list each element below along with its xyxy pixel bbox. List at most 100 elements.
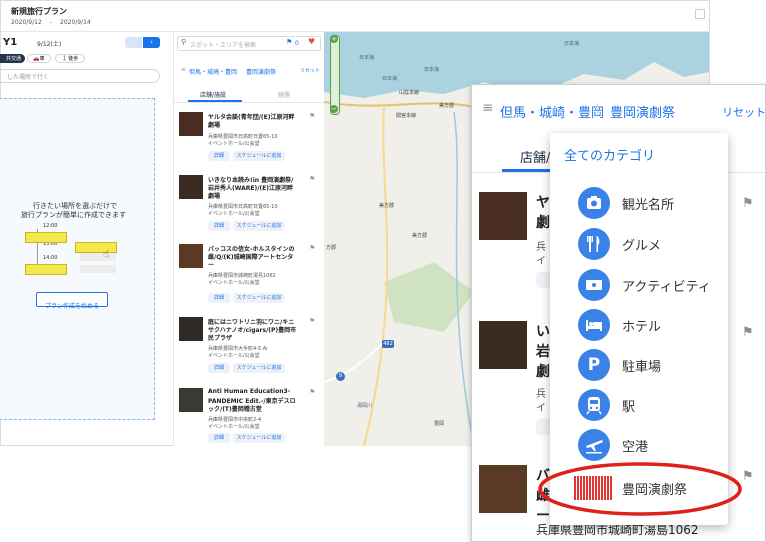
cursor-hand-icon: ☝ — [103, 249, 110, 260]
bed-icon — [578, 309, 610, 341]
spot-address: 兵庫県豊岡市日高町日置65-10 — [208, 204, 278, 210]
zoom-filter-area[interactable]: 但馬・城崎・豊岡 — [500, 102, 604, 121]
category-label: 駐車場 — [622, 360, 662, 375]
map-label-sea: 日本海 — [564, 41, 580, 47]
spot-photo — [479, 321, 527, 369]
spot-address: 兵庫県豊岡市中央町2-4 — [208, 417, 262, 423]
zoom-in-button[interactable]: + — [330, 35, 338, 43]
category-option-parking[interactable]: P 駐車場 — [550, 347, 728, 383]
map-zoom-control[interactable]: + − — [330, 35, 340, 115]
spot-title-line1: Anti Human Education3- — [208, 388, 291, 395]
category-label: 駅 — [622, 400, 636, 415]
category-option-sightseeing[interactable]: 観光名所 — [550, 185, 728, 221]
spot-search-placeholder: スポット・エリアを検索 — [190, 42, 257, 49]
map-label-sea: 日本海 — [359, 55, 375, 61]
day-date: 9/12(土) — [37, 41, 62, 48]
zoom-filter-divider — [597, 103, 598, 117]
spot-add-schedule-button[interactable]: スケジュールに追加 — [233, 433, 285, 443]
category-option-station[interactable]: 駅 — [550, 387, 728, 423]
road-number-badge: 9 — [336, 372, 345, 381]
tab-routes[interactable]: 経路 — [278, 90, 290, 99]
flag-icon[interactable]: ⚑ — [742, 469, 754, 484]
date-separator: - — [50, 19, 53, 26]
category-label: 豊岡演劇祭 — [622, 483, 688, 498]
grey-slot-2 — [80, 265, 116, 273]
ticket-icon — [578, 269, 610, 301]
filter-area[interactable]: 但馬・城崎・豊岡 — [189, 67, 237, 76]
window-corner-box[interactable] — [695, 9, 705, 19]
time-label-3: 14:00 — [43, 255, 58, 261]
mode-car[interactable]: 🚗車 — [27, 54, 51, 63]
peek-address-char: 兵 — [536, 389, 546, 400]
spot-detail-button[interactable]: 詳細 — [208, 433, 230, 443]
create-plan-button[interactable]: プラン作成を始める — [36, 292, 108, 310]
yellow-block-1 — [25, 232, 67, 243]
spot-title-line3: ック/(T)豊岡稽古堂 — [208, 406, 262, 413]
flag-icon[interactable]: ⚑ — [309, 175, 315, 183]
spot-address: 兵庫県豊岡市大手町4-5 Ai — [208, 346, 268, 352]
list-item[interactable]: ヤルタ会談(青年団/(E)江原河畔 劇場 兵庫県豊岡市日高町日置65-10 イベ… — [173, 109, 323, 167]
zoom-out-button[interactable]: − — [330, 105, 338, 113]
flag-icon[interactable]: ⚑ — [309, 388, 315, 396]
zoom-filter-category[interactable]: 豊岡演劇祭 — [610, 102, 675, 121]
spot-detail-button[interactable]: 詳細 — [208, 363, 230, 373]
category-option-activity[interactable]: アクティビティ — [550, 267, 728, 303]
spot-detail-button[interactable]: 詳細 — [208, 221, 230, 231]
category-label: 空港 — [622, 440, 649, 455]
all-categories-option[interactable]: 全てのカテゴリ — [564, 145, 655, 164]
spot-photo — [179, 175, 203, 199]
prev-day-button[interactable]: ‹ — [125, 37, 142, 48]
spot-add-schedule-button[interactable]: スケジュールに追加 — [233, 363, 285, 373]
train-icon — [578, 389, 610, 421]
category-option-festival[interactable]: 豊岡演劇祭 — [550, 470, 728, 506]
spot-category: イベントホール/公会堂 — [208, 211, 260, 217]
green-patch-1 — [384, 262, 474, 332]
category-option-hotel[interactable]: ホテル — [550, 307, 728, 343]
peek-title-char: 雌 — [536, 488, 550, 504]
spot-title-line2: 雌/Q/(K)城崎国際アートセンタ — [208, 254, 294, 261]
tab-shops[interactable]: 店舗/施設 — [200, 90, 226, 99]
camera-icon — [578, 187, 610, 219]
flag-filter-icon[interactable]: ⚑ — [286, 38, 292, 46]
list-item[interactable]: Anti Human Education3- PANDEMIC Edit.-/東… — [173, 385, 323, 447]
favorite-heart-icon[interactable]: ♥ — [308, 37, 315, 46]
next-day-button[interactable]: › — [143, 37, 160, 48]
map-label-town: 美方郡 — [439, 103, 455, 109]
map-label-town: 湯岡川 — [357, 403, 373, 409]
flag-icon[interactable]: ⚑ — [742, 325, 754, 340]
zoom-reset[interactable]: リセット — [722, 104, 765, 120]
category-option-gourmet[interactable]: グルメ — [550, 226, 728, 262]
road-number-badge: 482 — [382, 340, 394, 348]
filter-icon: ≡ — [181, 66, 187, 73]
trip-end-date: 2020/9/14 — [60, 19, 91, 26]
map-label-town: 美方郡 — [412, 233, 428, 239]
mode-public-transit[interactable]: 共交通 — [0, 54, 25, 63]
spot-add-schedule-button[interactable]: スケジュールに追加 — [233, 151, 285, 161]
filter-category[interactable]: 豊岡演劇祭 — [246, 67, 276, 76]
spot-add-schedule-button[interactable]: スケジュールに追加 — [233, 293, 285, 303]
parking-icon: P — [578, 349, 610, 381]
map-label-sea: 日本海 — [424, 67, 440, 73]
spot-add-schedule-button[interactable]: スケジュールに追加 — [233, 221, 285, 231]
map-label-town: 関宮本線 — [396, 113, 417, 119]
flag-icon[interactable]: ⚑ — [309, 244, 315, 252]
mode-walk[interactable]: 🚶徒歩 — [55, 54, 85, 63]
category-option-airport[interactable]: 空港 — [550, 427, 728, 463]
peek-category-char: イ — [536, 256, 546, 267]
flag-count: 0 — [295, 40, 299, 47]
filter-reset[interactable]: リセット — [300, 67, 320, 74]
peek-category-char: イ — [536, 403, 546, 414]
spot-detail-button[interactable]: 詳細 — [208, 293, 230, 303]
spot-title-line1: ヤルタ会談(青年団/(E)江原河畔 — [208, 114, 295, 121]
flag-icon[interactable]: ⚑ — [309, 317, 315, 325]
road-3 — [324, 341, 385, 383]
flag-icon[interactable]: ⚑ — [742, 196, 754, 211]
list-item[interactable]: バッコスの信女-ホルスタインの 雌/Q/(K)城崎国際アートセンタ ー 兵庫県豊… — [173, 241, 323, 305]
list-item[interactable]: 庭にはニワトリニ羽にワニ/キニ サクハナノオ/cigars/(P)豊岡市 民プラ… — [173, 314, 323, 378]
zoom-filter-icon: ≡ — [482, 100, 494, 116]
spot-detail-button[interactable]: 詳細 — [208, 151, 230, 161]
time-label-1: 12:00 — [43, 223, 58, 229]
create-plan-label: プラン作成を始める — [44, 303, 99, 310]
flag-icon[interactable]: ⚑ — [309, 112, 315, 120]
list-item[interactable]: いきなり本読み!in 豊岡演劇祭/ 岩井秀人(WARE)/(E)江原河畔 劇場 … — [173, 172, 323, 234]
